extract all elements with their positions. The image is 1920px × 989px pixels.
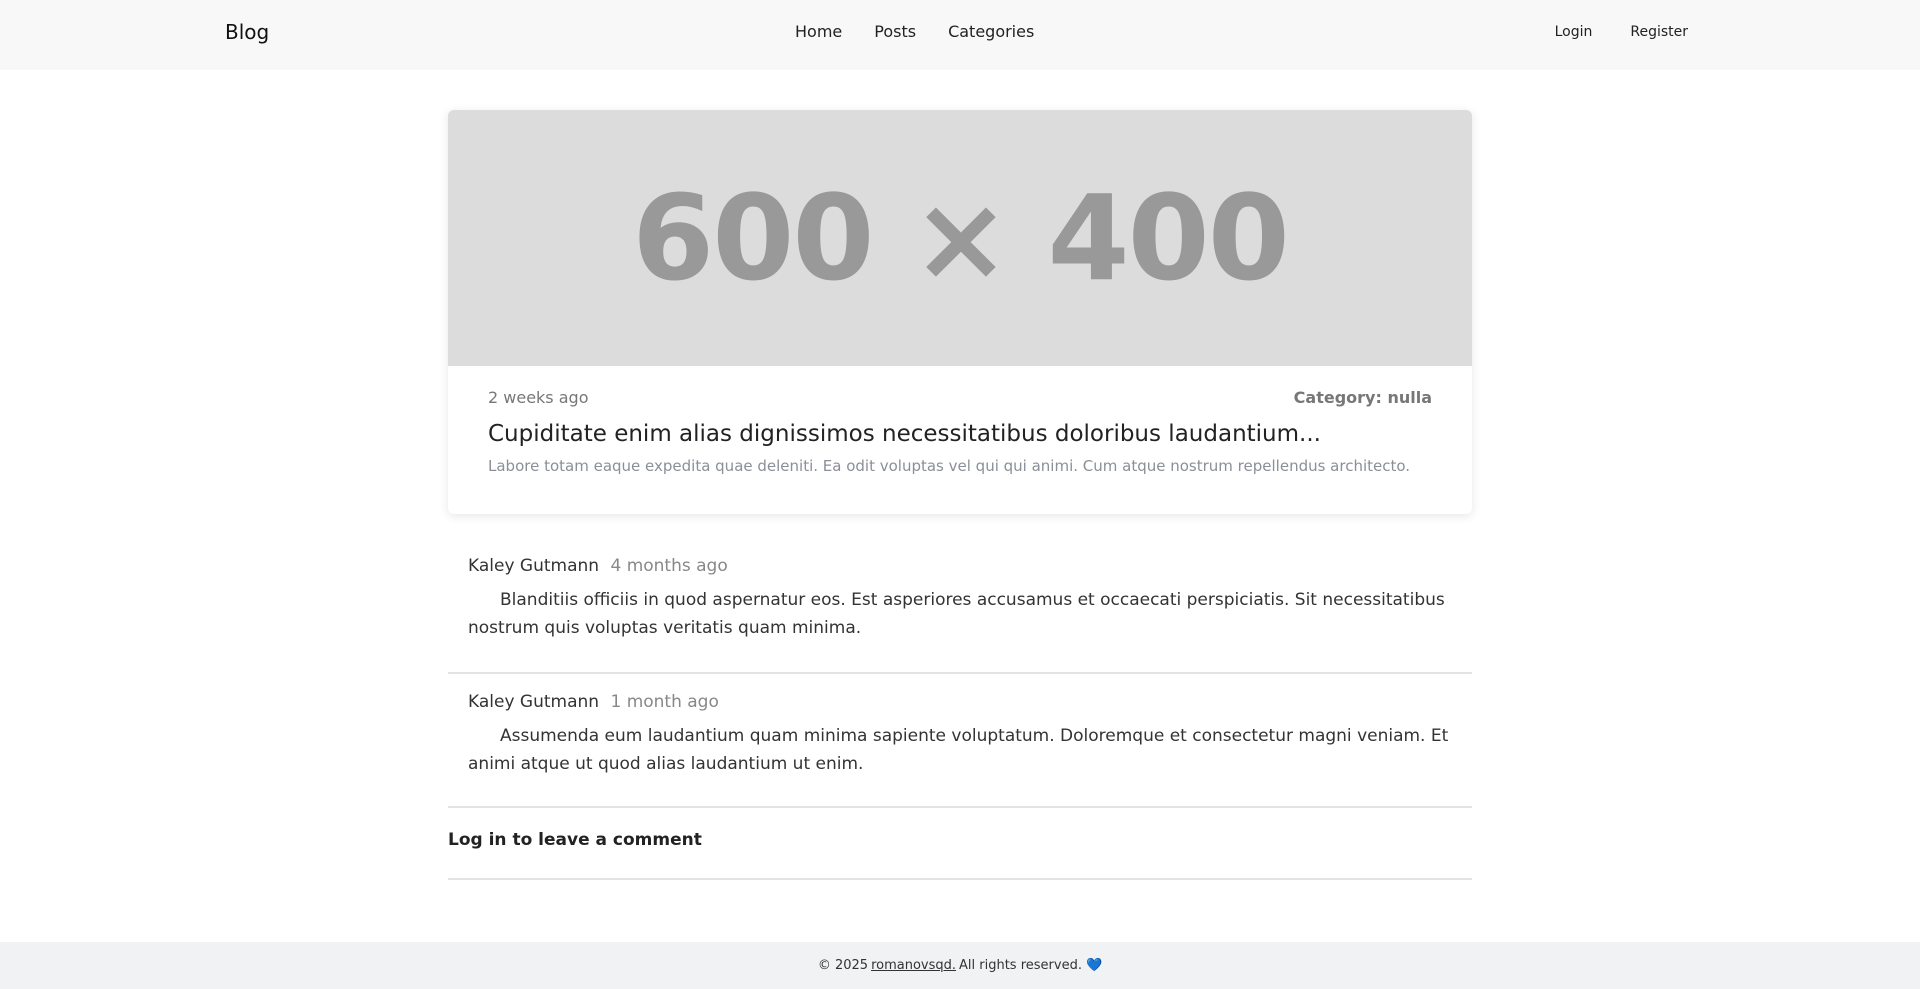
- comment-item: Kaley Gutmann 4 months ago Blanditiis of…: [448, 540, 1472, 674]
- nav-link-posts[interactable]: Posts: [874, 22, 916, 41]
- footer-author-link[interactable]: romanovsqd.: [871, 958, 956, 973]
- post-date: 2 weeks ago: [488, 388, 589, 407]
- post-card-body: 2 weeks ago Category: nulla Cupiditate e…: [448, 366, 1472, 475]
- post-category: Category: nulla: [1293, 388, 1432, 407]
- heart-icon: 💙: [1085, 958, 1103, 973]
- comment-author: Kaley Gutmann: [468, 692, 600, 712]
- auth-nav: Login Register: [1555, 24, 1688, 40]
- comment-text: Blanditiis officiis in quod aspernatur e…: [468, 590, 1445, 638]
- login-link[interactable]: Login: [1555, 24, 1593, 40]
- footer-copyright: © 2025: [817, 958, 869, 973]
- comment-author: Kaley Gutmann: [468, 556, 600, 576]
- post-image[interactable]: 600 × 400: [448, 110, 1472, 366]
- comment-text: Assumenda eum laudantium quam minima sap…: [468, 726, 1449, 774]
- footer-rights: All rights reserved.: [959, 958, 1082, 973]
- post-title[interactable]: Cupiditate enim alias dignissimos necess…: [488, 421, 1432, 447]
- register-link[interactable]: Register: [1630, 24, 1688, 40]
- comments-section: Kaley Gutmann 4 months ago Blanditiis of…: [448, 540, 1472, 880]
- comment-time: 4 months ago: [610, 556, 728, 576]
- post-excerpt: Labore totam eaque expedita quae delenit…: [488, 457, 1411, 475]
- footer: © 2025 romanovsqd. All rights reserved. …: [0, 942, 1920, 989]
- main-nav: Home Posts Categories: [795, 22, 1034, 41]
- post-meta: 2 weeks ago Category: nulla: [488, 388, 1432, 407]
- comment-time: 1 month ago: [610, 692, 719, 712]
- brand-link[interactable]: Blog: [225, 20, 269, 44]
- login-to-comment-link[interactable]: Log in to leave a comment: [448, 830, 702, 850]
- comment-header: Kaley Gutmann 4 months ago: [468, 556, 1452, 576]
- navbar: Blog Home Posts Categories Login Registe…: [0, 0, 1920, 70]
- comment-item: Kaley Gutmann 1 month ago Assumenda eum …: [448, 674, 1472, 808]
- comment-header: Kaley Gutmann 1 month ago: [468, 692, 1452, 712]
- nav-link-home[interactable]: Home: [795, 22, 842, 41]
- nav-link-categories[interactable]: Categories: [948, 22, 1034, 41]
- post-image-placeholder-text: 600 × 400: [632, 169, 1290, 307]
- post-card: 600 × 400 2 weeks ago Category: nulla Cu…: [448, 110, 1472, 514]
- login-prompt: Log in to leave a comment: [448, 808, 1472, 880]
